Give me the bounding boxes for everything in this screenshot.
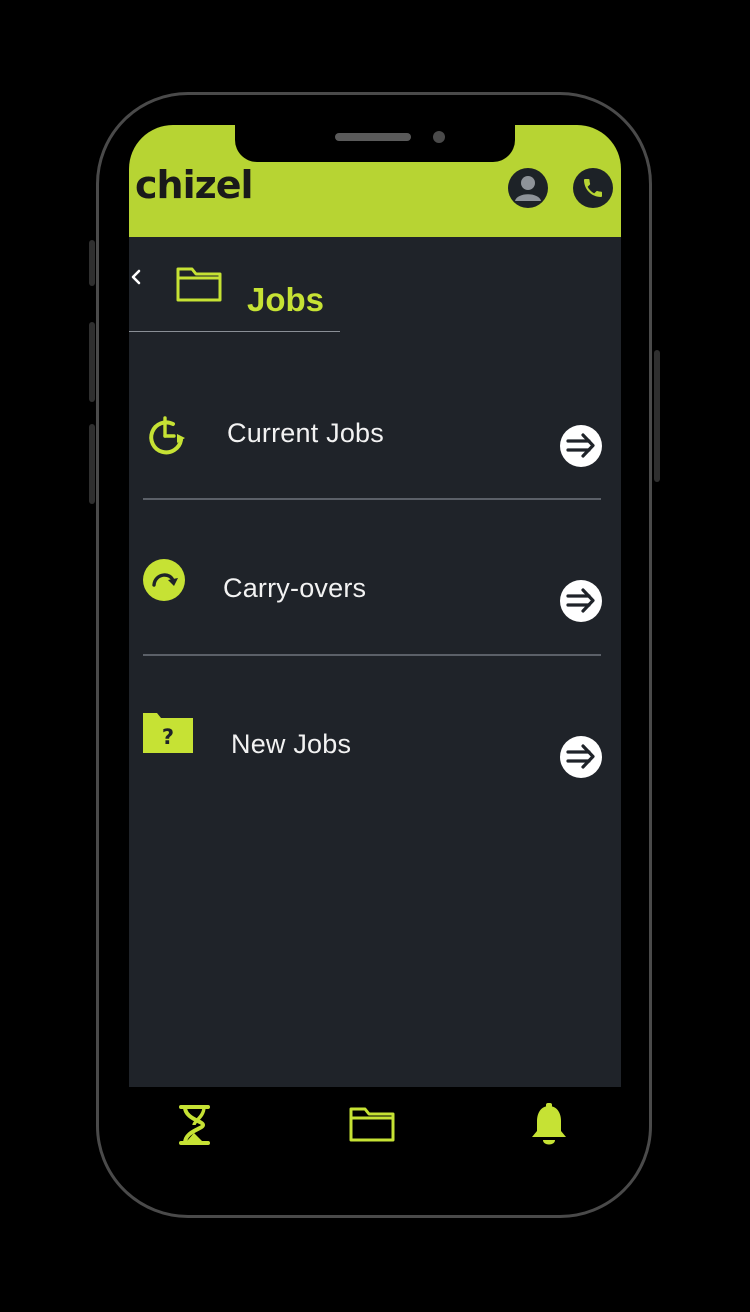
folder-icon [176, 267, 222, 302]
menu-item-label: Carry-overs [223, 573, 367, 603]
redo-circle-icon [143, 559, 185, 601]
clock-refresh-icon [149, 416, 185, 455]
menu-item-label: Current Jobs [227, 418, 384, 448]
menu-item-current-jobs[interactable]: Current Jobs [143, 382, 603, 482]
arrow-right-circle-icon[interactable] [559, 424, 603, 468]
page-title: Jobs [247, 281, 325, 318]
user-avatar-icon [509, 169, 547, 207]
phone-side-button [89, 240, 95, 286]
arrow-right-circle-icon[interactable] [559, 735, 603, 779]
chevron-left-icon [131, 269, 141, 285]
jobs-screen: Jobs Current Jobs Carry-overs ? New Jobs [129, 237, 621, 1087]
nav-timesheets[interactable] [177, 1103, 213, 1152]
call-button[interactable] [573, 168, 613, 208]
nav-notifications[interactable] [529, 1103, 569, 1154]
phone-volume-down [89, 424, 95, 504]
screen: chizel Jobs Current Jobs Carry-overs ? N… [129, 125, 621, 1189]
menu-item-carry-overs[interactable]: Carry-overs [143, 537, 603, 637]
brand-logo: chizel [135, 163, 254, 207]
folder-icon [349, 1107, 395, 1142]
notch [235, 125, 515, 162]
menu-item-new-jobs[interactable]: ? New Jobs [143, 693, 603, 793]
front-camera [433, 131, 445, 143]
speaker [335, 133, 411, 141]
divider [143, 654, 601, 656]
bottom-navigation [129, 1087, 621, 1189]
question-folder-icon: ? [143, 713, 193, 753]
back-button[interactable] [129, 265, 145, 289]
nav-jobs[interactable] [348, 1103, 396, 1148]
phone-icon [584, 179, 602, 197]
divider [143, 498, 601, 500]
svg-text:?: ? [162, 725, 174, 749]
profile-button[interactable] [508, 168, 548, 208]
menu-item-label: New Jobs [231, 729, 352, 759]
header-underline [129, 331, 340, 332]
hourglass-icon [179, 1105, 210, 1145]
bell-icon [532, 1103, 566, 1145]
arrow-right-circle-icon[interactable] [559, 579, 603, 623]
phone-power-button [654, 350, 660, 482]
phone-volume-up [89, 322, 95, 402]
